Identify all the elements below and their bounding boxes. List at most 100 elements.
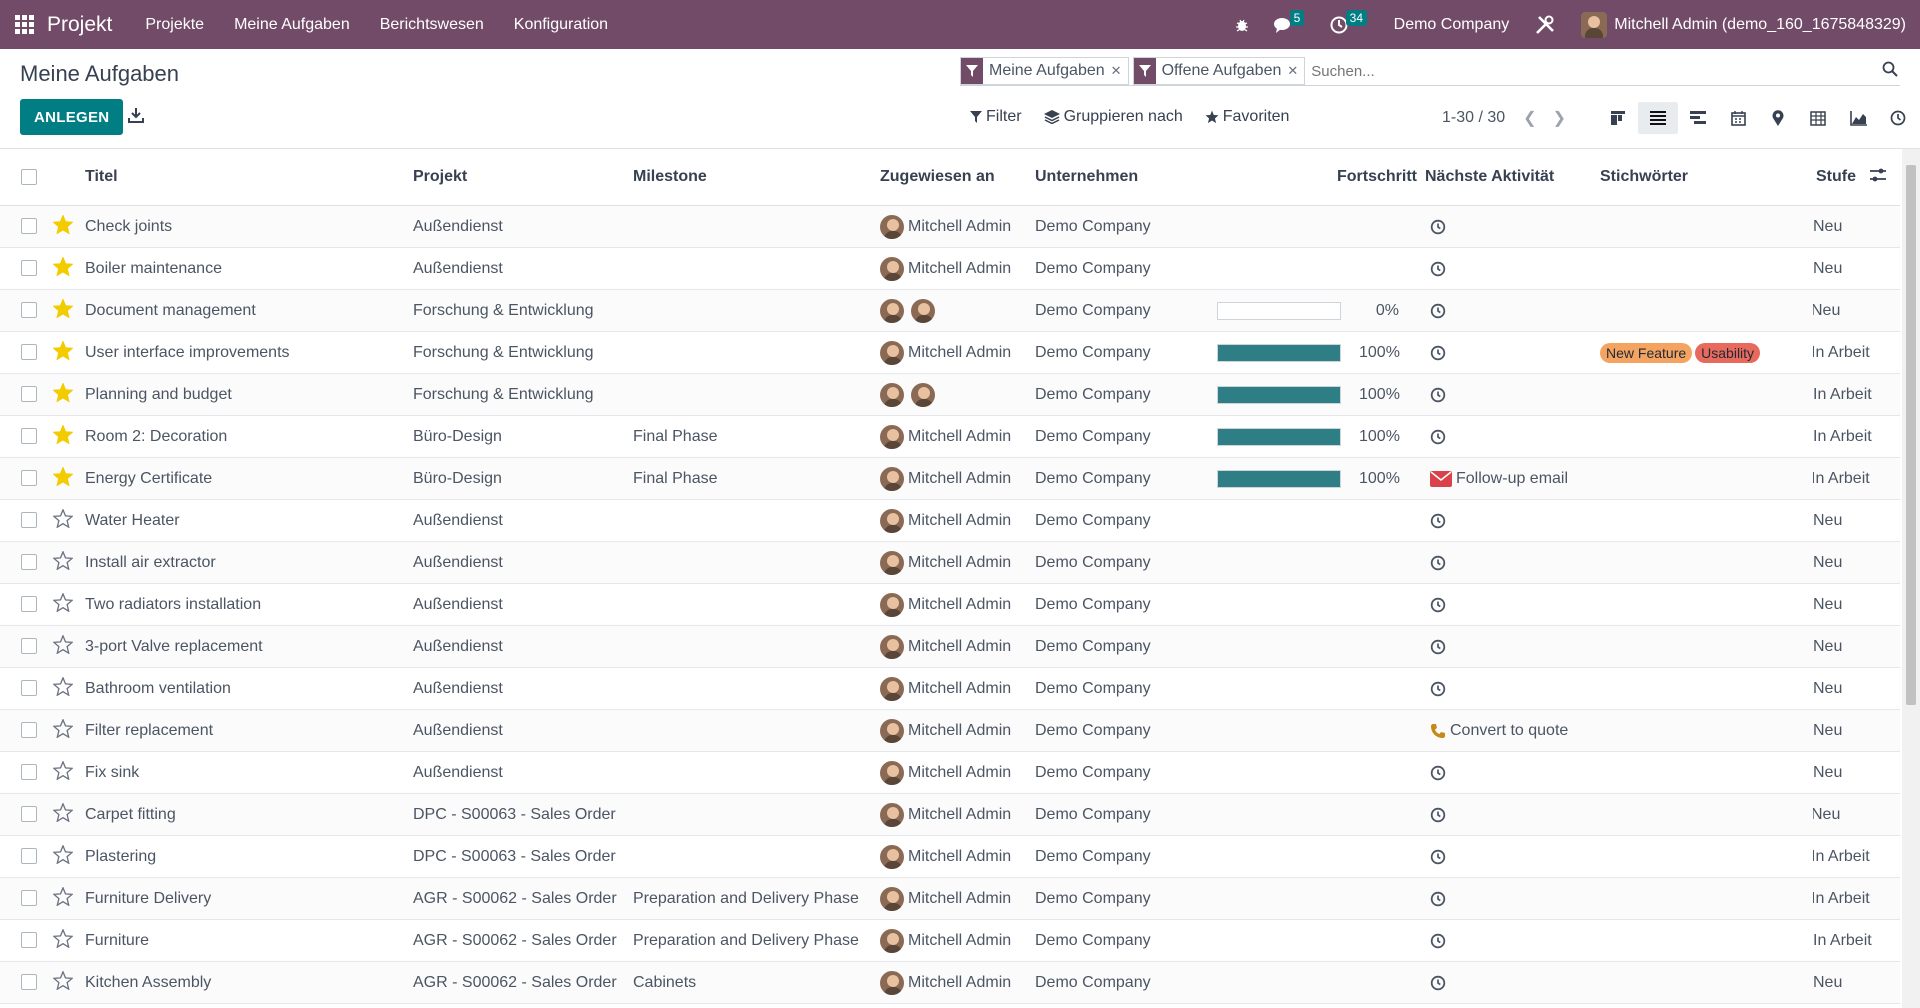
milestone-cell[interactable] [633,331,880,374]
company-cell[interactable]: Demo Company [1035,919,1189,962]
project-cell[interactable]: Außendienst [413,583,633,626]
stage-cell[interactable]: In Arbeit [1813,344,1900,362]
scrollbar-thumb[interactable] [1906,165,1916,705]
apps-icon[interactable] [15,14,35,35]
table-row[interactable]: Planning and budget Forschung & Entwicklu… [0,373,1900,416]
company-cell[interactable]: Demo Company [1035,667,1189,710]
table-row[interactable]: Kitchen Assembly AGR - S00062 - Sales Ord… [0,961,1900,1004]
remove-facet-icon[interactable]: ✕ [1111,63,1122,79]
company-cell[interactable]: Demo Company [1035,331,1189,374]
row-checkbox[interactable] [21,974,37,991]
pager-next-icon[interactable]: ❯ [1553,108,1566,128]
table-row[interactable]: Energy Certificate Büro-Design Final Phase… [0,457,1900,500]
table-row[interactable]: Room 2: Decoration Büro-Design Final Phase… [0,415,1900,458]
company-cell[interactable]: Demo Company [1035,247,1189,290]
tag[interactable]: Usability [1695,342,1761,363]
pager-previous-icon[interactable]: ❮ [1523,108,1536,128]
milestone-cell[interactable]: Final Phase [633,457,880,500]
project-cell[interactable]: Außendienst [413,751,633,794]
tag[interactable]: New Feature [1600,342,1693,363]
next-activity-cell[interactable] [1430,513,1594,529]
filter-button[interactable]: Filter [970,108,1022,126]
next-activity-cell[interactable] [1430,975,1594,991]
star-icon[interactable] [52,423,75,449]
column-header-stage[interactable]: Stufe [1813,149,1900,206]
next-activity-cell[interactable] [1430,849,1594,865]
tags-cell[interactable] [1594,625,1813,668]
company-cell[interactable]: Demo Company [1035,625,1189,668]
row-checkbox[interactable] [21,512,37,529]
title-cell[interactable]: Filter replacement [50,709,413,752]
row-checkbox[interactable] [21,890,37,907]
milestone-cell[interactable] [633,751,880,794]
title-cell[interactable]: Two radiators installation [50,583,413,626]
project-cell[interactable]: DPC - S00063 - Sales Order [413,835,633,878]
row-checkbox[interactable] [21,764,37,781]
company-switcher[interactable]: Demo Company [1394,16,1510,34]
row-checkbox[interactable] [21,554,37,571]
project-cell[interactable]: AGR - S00062 - Sales Order [413,919,633,962]
search-facet-open-tasks[interactable]: Offene Aufgaben ✕ [1132,57,1306,85]
title-cell[interactable]: Boiler maintenance [50,247,413,290]
row-checkbox[interactable] [21,260,37,277]
title-cell[interactable]: Check joints [50,205,413,248]
title-cell[interactable]: Fix sink [50,751,413,794]
pivot-view-icon[interactable] [1798,102,1838,134]
star-icon[interactable] [52,927,75,953]
next-activity-cell[interactable] [1430,345,1594,361]
milestone-cell[interactable] [633,541,880,584]
star-icon[interactable] [52,549,75,575]
star-icon[interactable] [52,465,75,491]
next-activity-cell[interactable]: Follow-up email [1430,470,1594,488]
row-checkbox[interactable] [21,932,37,949]
row-checkbox[interactable] [21,596,37,613]
row-checkbox[interactable] [21,428,37,445]
search-icon[interactable] [1882,61,1898,82]
company-cell[interactable]: Demo Company [1035,415,1189,458]
search-input[interactable] [1309,61,1900,81]
title-cell[interactable]: Document management [50,289,413,332]
tags-cell[interactable] [1594,499,1813,542]
stage-cell[interactable]: Neu [1813,512,1900,530]
milestone-cell[interactable] [633,667,880,710]
table-row[interactable]: Boiler maintenance Außendienst Mitchell Ad… [0,247,1900,290]
stage-cell[interactable]: In Arbeit [1813,848,1900,866]
table-row[interactable]: Filter replacement Außendienst Mitchell Ad… [0,709,1900,752]
title-cell[interactable]: Bathroom ventilation [50,667,413,710]
graph-view-icon[interactable] [1838,102,1878,134]
tags-cell[interactable] [1594,373,1813,416]
next-activity-cell[interactable] [1430,765,1594,781]
favorites-button[interactable]: Favoriten [1205,108,1289,126]
stage-cell[interactable]: In Arbeit [1813,428,1900,446]
tags-cell[interactable] [1594,583,1813,626]
optional-columns-icon[interactable] [1870,168,1886,187]
company-cell[interactable]: Demo Company [1035,499,1189,542]
column-header-next-activity[interactable]: Nächste Aktivität [1421,149,1594,206]
project-cell[interactable]: Außendienst [413,709,633,752]
row-checkbox[interactable] [21,218,37,235]
star-icon[interactable] [52,969,75,995]
project-cell[interactable]: AGR - S00062 - Sales Order [413,961,633,1004]
star-icon[interactable] [52,507,75,533]
milestone-cell[interactable] [633,205,880,248]
pager-value[interactable]: 1-30 / 30 [1442,109,1505,127]
row-checkbox[interactable] [21,470,37,487]
project-cell[interactable]: DPC - S00063 - Sales Order [413,793,633,836]
star-icon[interactable] [52,885,75,911]
gantt-view-icon[interactable] [1678,102,1718,134]
tags-cell[interactable] [1594,961,1813,1004]
milestone-cell[interactable] [633,499,880,542]
company-cell[interactable]: Demo Company [1035,877,1189,920]
kanban-view-icon[interactable] [1598,102,1638,134]
stage-cell[interactable]: Neu [1813,554,1900,572]
milestone-cell[interactable] [633,625,880,668]
tools-icon[interactable] [1535,15,1555,35]
project-cell[interactable]: Außendienst [413,541,633,584]
app-brand[interactable]: Projekt [47,13,112,37]
title-cell[interactable]: User interface improvements [50,331,413,374]
row-checkbox[interactable] [21,638,37,655]
project-cell[interactable]: Forschung & Entwicklung [413,331,633,374]
stage-cell[interactable]: Neu [1813,722,1900,740]
bug-icon[interactable] [1234,17,1250,33]
stage-cell[interactable]: Neu [1813,638,1900,656]
